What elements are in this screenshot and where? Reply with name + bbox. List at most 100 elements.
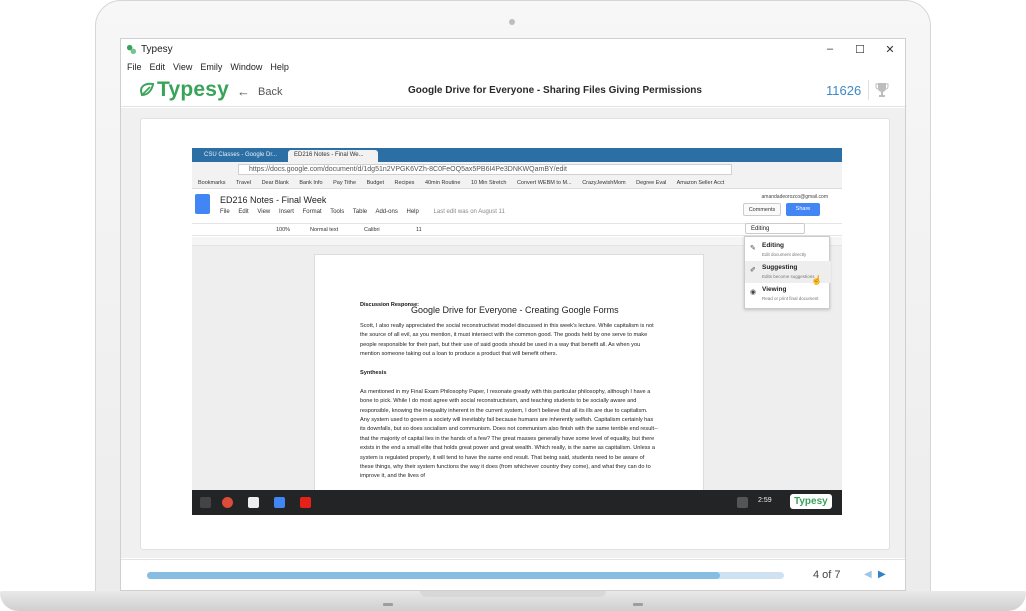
doc-page: Discussion Response: Google Drive for Ev…	[314, 254, 704, 504]
app-header: Typesy ← Back Google Drive for Everyone …	[121, 74, 905, 107]
bookmark: Amazon Seller Acct	[676, 180, 725, 186]
docs-menu-item: Add-ons	[375, 209, 398, 215]
page-indicator: 4 of 7	[813, 569, 841, 581]
chrome-address-bar: https://docs.google.com/document/d/1dg51…	[238, 164, 732, 175]
menu-emily[interactable]: Emily	[200, 62, 222, 72]
menu-bar: File Edit View Emily Window Help	[121, 59, 905, 74]
doc-paragraph: Scott, I also really appreciated the soc…	[360, 323, 654, 358]
typesy-leaf-icon	[139, 82, 155, 97]
doc-subheading: Synthesis	[360, 370, 387, 377]
chrome-tab: CSU Classes - Google Dr...	[204, 152, 278, 158]
arrow-left-icon: ←	[237, 84, 250, 99]
mode-title: Suggesting	[762, 264, 798, 271]
mode-desc: Edit document directly	[762, 252, 807, 257]
laptop-notch	[420, 591, 606, 597]
docs-user-email: amandadeorozco@gmail.com	[761, 194, 829, 200]
eye-icon: ◉	[750, 289, 757, 296]
lesson-footer: 4 of 7 ◀ ▶	[121, 559, 905, 590]
youtube-icon	[300, 497, 311, 508]
lesson-progress-fill	[147, 572, 721, 579]
bookmark: Degree Eval	[636, 180, 667, 186]
docs-share-button: Share	[786, 203, 820, 216]
mode-title: Editing	[762, 242, 785, 249]
close-button[interactable]: ✕	[875, 39, 905, 59]
docs-menu: File Edit View Insert Format Tools Table…	[220, 209, 512, 215]
doc-paragraph: As mentioned in my Final Exam Philosophy…	[360, 388, 658, 480]
docs-mode-button: Editing	[745, 223, 805, 234]
pencil-icon: ✎	[750, 245, 756, 252]
docs-menu-item: Format	[302, 209, 322, 215]
bookmark: Pay Tithe	[333, 180, 357, 186]
brand-logo[interactable]: Typesy	[139, 78, 229, 102]
window-titlebar: Typesy – ☐ ✕	[121, 39, 905, 59]
menu-edit[interactable]: Edit	[150, 62, 166, 72]
doc-body: Scott, I also really appreciated the soc…	[360, 322, 658, 491]
back-button[interactable]: ← Back	[237, 84, 282, 99]
mode-editing: ✎ Editing Edit document directly	[745, 239, 831, 261]
window-title: Typesy	[141, 43, 173, 55]
typesy-watermark: Typesy	[790, 494, 832, 509]
docs-menu-item: Help	[406, 209, 419, 215]
bookmark: Bookmarks	[198, 180, 226, 186]
maximize-button[interactable]: ☐	[845, 39, 875, 59]
docs-menu-item: Edit	[238, 209, 249, 215]
docs-font: Calibri	[364, 227, 380, 233]
docs-style: Normal text	[310, 227, 339, 233]
bookmark: Budget	[366, 180, 384, 186]
laptop-foot-right	[633, 603, 643, 606]
menu-view[interactable]: View	[173, 62, 192, 72]
mode-title: Viewing	[762, 286, 787, 293]
chromeos-shelf: 2:59 Typesy	[192, 490, 842, 515]
menu-file[interactable]: File	[127, 62, 142, 72]
lesson-progress-bar[interactable]	[147, 572, 784, 579]
chrome-tab-active: ED216 Notes - Final We...	[288, 150, 378, 162]
next-button[interactable]: ▶	[878, 569, 886, 580]
docs-title: ED216 Notes - Final Week	[220, 195, 327, 205]
bookmark: CrazyJewishMom	[582, 180, 626, 186]
laptop-foot-left	[383, 603, 393, 606]
bookmark: Bank Info	[299, 180, 323, 186]
lock-icon	[737, 497, 748, 508]
previous-button[interactable]: ◀	[864, 569, 872, 580]
gmail-icon	[248, 497, 259, 508]
chrome-icon	[222, 497, 233, 508]
suggest-icon: ✐	[750, 267, 756, 274]
docs-header: ED216 Notes - Final Week File Edit View …	[192, 190, 842, 223]
shelf-clock: 2:59	[758, 497, 772, 504]
app-window: Typesy – ☐ ✕ File Edit View Emily Window…	[120, 38, 906, 591]
typesy-leaf-icon	[126, 44, 137, 54]
bookmark: Dear Blank	[261, 180, 289, 186]
docs-last-edit: Last edit was on August 11	[433, 209, 505, 215]
bookmark: 40min Routine	[424, 180, 461, 186]
docs-menu-item: Table	[352, 209, 368, 215]
camera-dot	[509, 19, 515, 25]
docs-zoom: 100%	[276, 227, 291, 233]
hand-cursor-icon: ☝	[811, 275, 823, 285]
docs-menu-item: Insert	[278, 209, 294, 215]
search-icon	[200, 497, 211, 508]
docs-icon	[274, 497, 285, 508]
menu-help[interactable]: Help	[270, 62, 289, 72]
chrome-tabbar: CSU Classes - Google Dr... ED216 Notes -…	[192, 148, 842, 162]
header-divider	[868, 80, 869, 100]
docs-menu-item: Tools	[330, 209, 345, 215]
bookmark: Travel	[235, 180, 252, 186]
back-label: Back	[258, 85, 283, 98]
window-controls: – ☐ ✕	[815, 39, 905, 59]
lesson-title: Google Drive for Everyone - Sharing File…	[408, 85, 702, 96]
lesson-video[interactable]: CSU Classes - Google Dr... ED216 Notes -…	[192, 148, 842, 515]
docs-comments-button: Comments	[743, 203, 781, 216]
keystroke-counter: 11626	[826, 83, 862, 98]
mode-viewing: ◉ Viewing Read or print final document	[745, 283, 831, 305]
trophy-icon[interactable]	[875, 82, 889, 98]
menu-window[interactable]: Window	[230, 62, 262, 72]
brand-name: Typesy	[157, 78, 230, 101]
google-docs-icon	[195, 194, 210, 214]
bookmark: Recipes	[394, 180, 415, 186]
video-overlay-title: Google Drive for Everyone - Creating Goo…	[411, 305, 619, 315]
minimize-button[interactable]: –	[815, 39, 845, 59]
docs-font-size: 11	[416, 227, 422, 233]
mode-desc: Read or print final document	[762, 296, 819, 301]
chrome-toolbar: https://docs.google.com/document/d/1dg51…	[192, 162, 842, 177]
chrome-bookmarks-bar: Bookmarks Travel Dear Blank Bank Info Pa…	[192, 177, 842, 189]
